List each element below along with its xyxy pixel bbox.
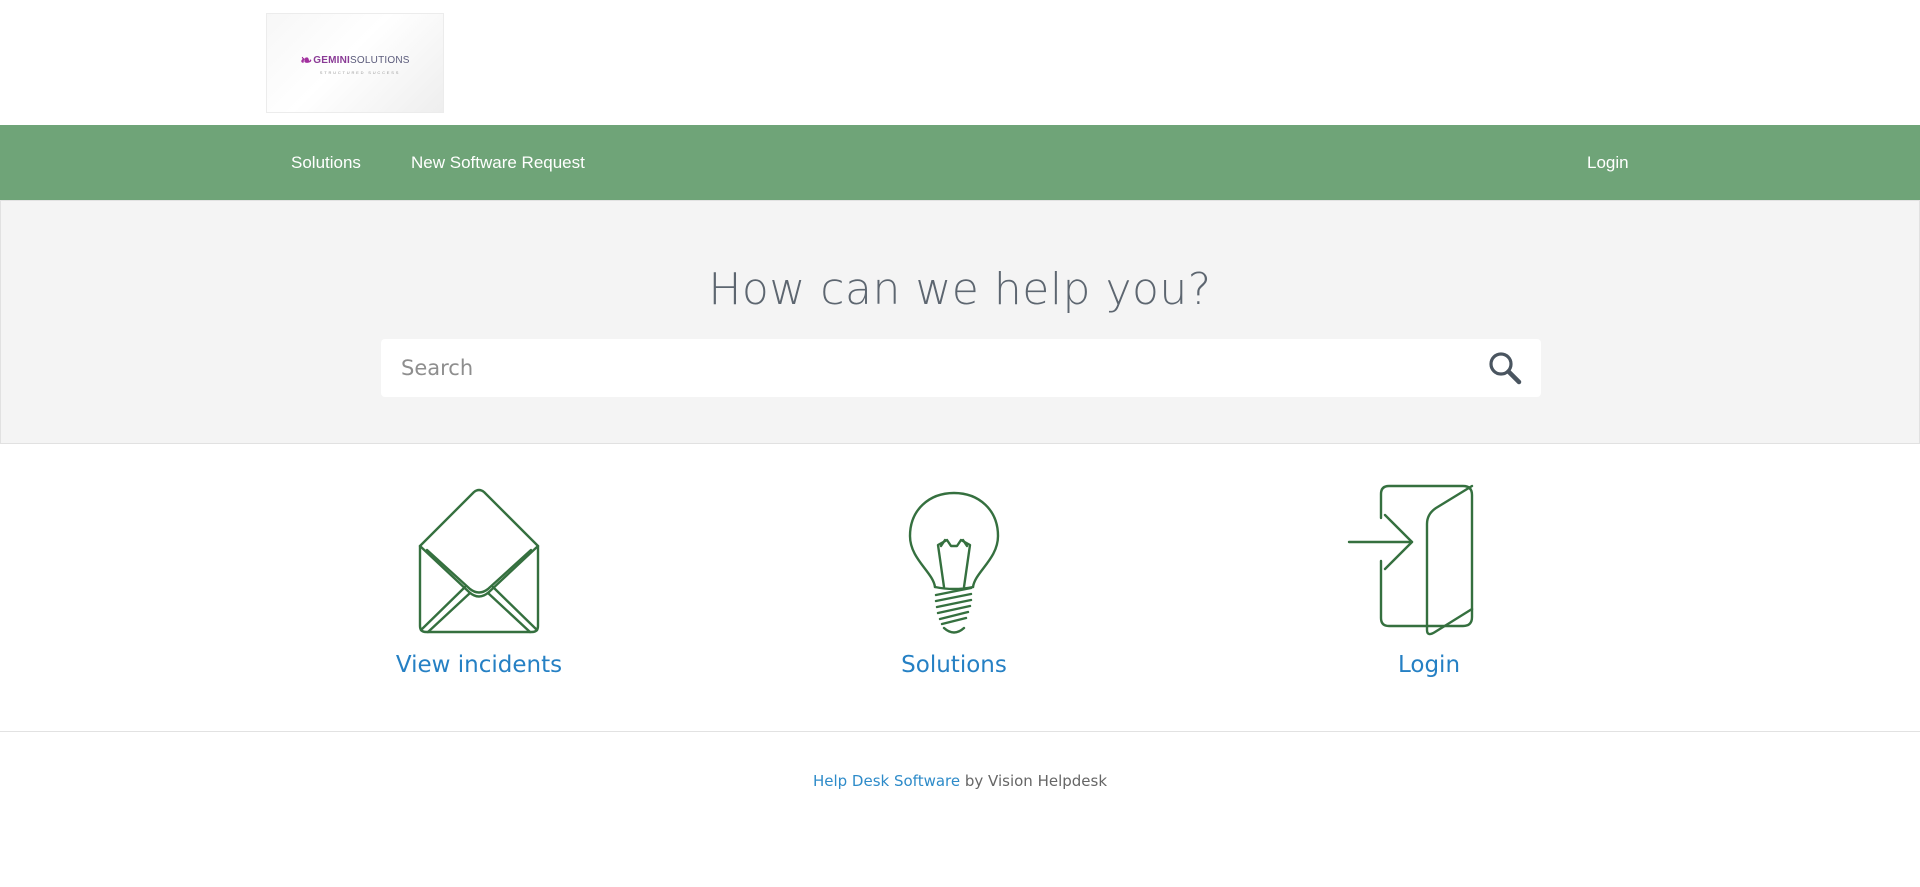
feature-label-view-incidents[interactable]: View incidents: [329, 652, 629, 678]
search-button[interactable]: [1487, 350, 1523, 386]
logo-tagline: STRUCTURED SUCCESS: [319, 69, 401, 75]
search-input[interactable]: [381, 339, 1461, 397]
nav-item-login[interactable]: Login: [1587, 125, 1629, 200]
logo-wordmark: ❧ GEMINI SOLUTIONS STRUCTURED SUCCESS: [300, 52, 409, 75]
logo-swirl-icon: ❧: [300, 51, 313, 68]
feature-solutions[interactable]: Solutions: [804, 444, 1104, 731]
site-header: ❧ GEMINI SOLUTIONS STRUCTURED SUCCESS: [0, 0, 1920, 125]
lightbulb-icon: [908, 491, 1000, 634]
logo-brand-name: ❧ GEMINI SOLUTIONS: [300, 52, 409, 69]
site-footer: Help Desk Software by Vision Helpdesk: [0, 732, 1920, 887]
feature-view-incidents[interactable]: View incidents: [329, 444, 629, 731]
nav-item-new-software-request[interactable]: New Software Request: [411, 125, 585, 200]
envelope-open-icon: [418, 488, 540, 634]
company-logo[interactable]: ❧ GEMINI SOLUTIONS STRUCTURED SUCCESS: [266, 13, 444, 113]
feature-login[interactable]: Login: [1279, 444, 1579, 731]
logo-brand-first: GEMINI: [313, 54, 351, 66]
logo-brand-second: SOLUTIONS: [350, 54, 410, 66]
search-bar: [381, 339, 1541, 397]
main-navbar: Solutions New Software Request Login: [0, 125, 1920, 201]
feature-label-solutions[interactable]: Solutions: [804, 652, 1104, 678]
hero-search-section: How can we help you?: [0, 201, 1920, 444]
nav-item-solutions[interactable]: Solutions: [291, 125, 361, 200]
footer-credit: Help Desk Software by Vision Helpdesk: [0, 772, 1920, 790]
footer-suffix-text: by Vision Helpdesk: [960, 772, 1108, 790]
feature-links-section: View incidents Solutions Login: [0, 444, 1920, 732]
hero-title: How can we help you?: [708, 264, 1212, 315]
footer-help-desk-link[interactable]: Help Desk Software: [813, 772, 960, 790]
feature-label-login[interactable]: Login: [1279, 652, 1579, 678]
login-door-icon: [1347, 484, 1474, 636]
search-icon: [1489, 352, 1522, 385]
